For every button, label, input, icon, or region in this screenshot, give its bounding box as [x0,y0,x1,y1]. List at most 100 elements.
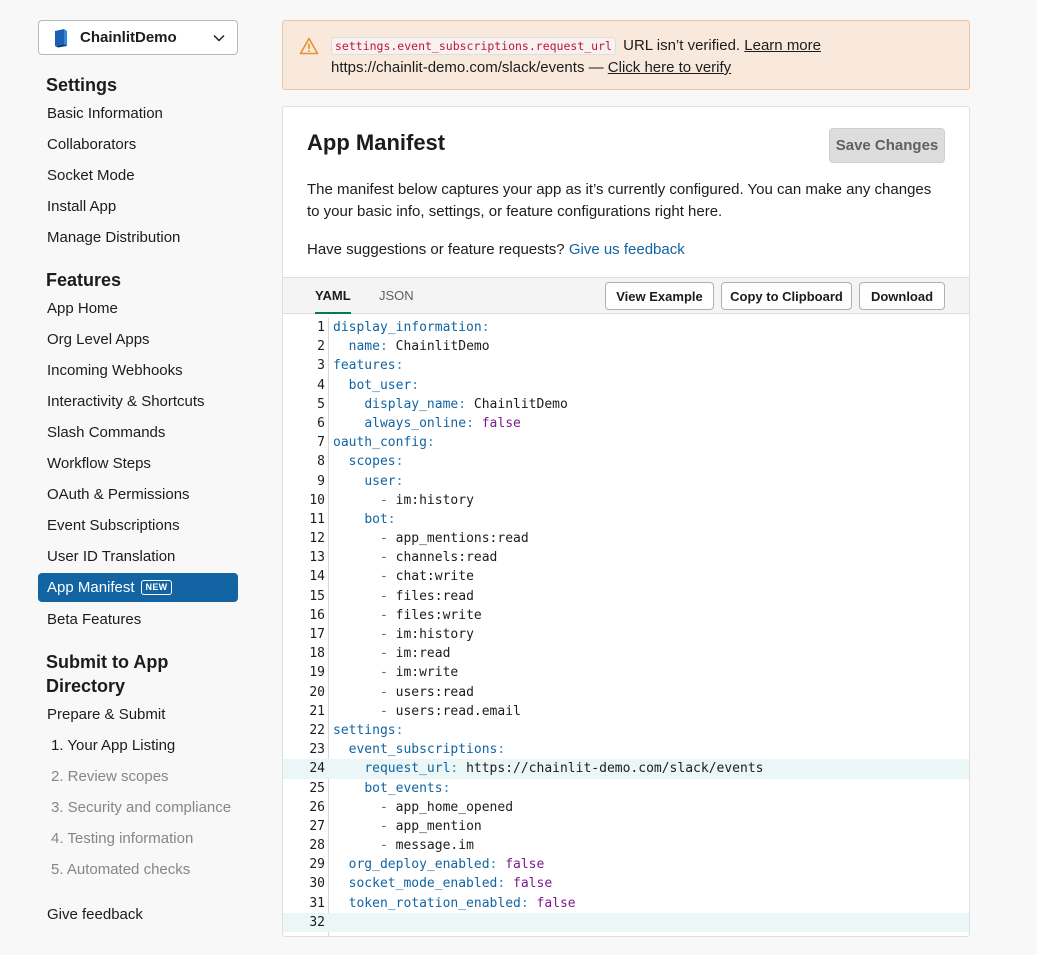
sidebar-item-testing-information: 4. Testing information [51,830,194,847]
line-number: 17 [309,627,325,642]
sidebar-item-your-app-listing[interactable]: 1. Your App Listing [38,731,238,760]
give-us-feedback-link[interactable]: Give us feedback [569,241,685,258]
code-line[interactable]: 22 settings: [283,721,969,740]
code-line[interactable]: 30 socket_mode_enabled: false [283,874,969,893]
line-number: 32 [309,914,325,930]
code-line[interactable]: 4 bot_user: [283,376,969,395]
sidebar-item-slash-commands[interactable]: Slash Commands [38,418,238,447]
code-line[interactable]: 7 oauth_config: [283,433,969,452]
yaml-value: ChainlitDemo [395,339,490,355]
copy-to-clipboard-button[interactable]: Copy to Clipboard [721,282,852,310]
code-line[interactable]: 11 bot: [283,510,969,529]
sidebar-item-user-id-translation[interactable]: User ID Translation [38,542,238,571]
line-number: 23 [309,742,325,758]
yaml-colon: : [497,742,506,758]
code-line[interactable]: 13 - channels:read [283,548,969,567]
sidebar-item-interactivity-shortcuts[interactable]: Interactivity & Shortcuts [38,387,238,416]
line-number: 29 [309,857,325,873]
code-line[interactable]: 12 - app_mentions:read [283,529,969,548]
yaml-key: bot [364,511,388,527]
sidebar-item-automated-checks: 5. Automated checks [51,861,191,878]
code-line[interactable]: 19 - im:write [283,663,969,682]
code-content: display_name: ChainlitDemo [333,395,568,414]
app-selector[interactable]: ChainlitDemo [38,20,238,55]
code-line[interactable]: 29 org_deploy_enabled: false [283,855,969,874]
sidebar-item-install-app[interactable]: Install App [38,192,238,221]
code-content: settings: [333,721,403,740]
code-line[interactable]: 2 name: ChainlitDemo [283,337,969,356]
code-line[interactable]: 25 bot_events: [283,779,969,798]
tab-yaml[interactable]: YAML [315,278,351,314]
code-content: - im:write [333,663,458,682]
sidebar-item-review-scopes: 2. Review scopes [51,768,169,785]
code-line[interactable]: 18 - im:read [283,644,969,663]
sidebar-item-basic-information[interactable]: Basic Information [38,99,238,128]
yaml-colon: : [395,473,404,489]
sidebar-item-workflow-steps[interactable]: Workflow Steps [38,449,238,478]
code-line[interactable]: 15 - files:read [283,587,969,606]
code-line[interactable]: 3 features: [283,356,969,375]
sidebar-item-org-level-apps[interactable]: Org Level Apps [38,325,238,354]
sidebar-item-prepare-submit[interactable]: Prepare & Submit [38,700,238,729]
sidebar-item-event-subscriptions[interactable]: Event Subscriptions [38,511,238,540]
line-number: 4 [317,377,325,393]
code-line[interactable]: 24 request_url: https://chainlit-demo.co… [283,759,969,779]
code-line[interactable]: 32 [283,912,969,932]
code-line[interactable]: 14 - chat:write [283,567,969,586]
yaml-dash: - [379,492,396,508]
line-number: 30 [309,876,325,892]
yaml-dash: - [379,703,396,719]
code-content: request_url: https://chainlit-demo.com/s… [333,759,763,778]
code-line[interactable]: 23 event_subscriptions: [283,740,969,759]
code-line[interactable]: 5 display_name: ChainlitDemo [283,395,969,414]
code-line[interactable]: 9 user: [283,472,969,491]
tab-json[interactable]: JSON [379,278,414,314]
chevron-down-icon [213,34,225,41]
sidebar-item-oauth-permissions[interactable]: OAuth & Permissions [38,480,238,509]
code-line[interactable]: 28 - message.im [283,836,969,855]
code-line[interactable]: 16 - files:write [283,606,969,625]
code-content: - files:write [333,606,482,625]
sidebar-item-beta-features[interactable]: Beta Features [38,605,238,634]
sidebar-item-incoming-webhooks[interactable]: Incoming Webhooks [38,356,238,385]
submit-section-title-line1: Submit to App [46,652,169,672]
verify-link[interactable]: Click here to verify [608,59,731,76]
code-line[interactable]: 21 - users:read.email [283,702,969,721]
line-number: 5 [317,396,325,412]
submit-section-title-line2: Directory [46,676,126,696]
line-number: 9 [317,473,325,489]
download-button[interactable]: Download [859,282,945,310]
code-line[interactable]: 26 - app_home_opened [283,798,969,817]
learn-more-link[interactable]: Learn more [744,37,821,54]
sidebar-item-label: App Manifest [47,579,135,596]
yaml-dash: - [379,818,396,834]
code-content: event_subscriptions: [333,740,506,759]
code-line[interactable]: 27 - app_mention [283,817,969,836]
yaml-list-item: im:write [395,665,459,681]
code-line[interactable]: 8 scopes: [283,452,969,471]
sidebar-item-collaborators[interactable]: Collaborators [38,130,238,159]
code-line[interactable]: 31 token_rotation_enabled: false [283,894,969,913]
manifest-editor[interactable]: 1 display_information: 2 name: ChainlitDem… [283,318,969,932]
save-changes-button[interactable]: Save Changes [829,128,945,163]
code-line[interactable]: 17 - im:history [283,625,969,644]
yaml-value: ChainlitDemo [473,396,568,412]
sidebar-item-socket-mode[interactable]: Socket Mode [38,161,238,190]
view-example-button[interactable]: View Example [605,282,714,310]
yaml-key: display_information [333,320,482,335]
sidebar-item-app-manifest[interactable]: App Manifest NEW [38,573,238,602]
code-content: token_rotation_enabled: false [333,894,576,913]
yaml-key: user [364,473,396,489]
line-number: 1 [317,320,325,335]
code-line[interactable]: 6 always_online: false [283,414,969,433]
suggestions-line: Have suggestions or feature requests? Gi… [307,239,685,261]
sidebar-item-app-home[interactable]: App Home [38,294,238,323]
code-content: - im:history [333,625,474,644]
code-line[interactable]: 20 - users:read [283,683,969,702]
code-line[interactable]: 1 display_information: [283,318,969,337]
yaml-list-item: app_mentions:read [395,531,529,547]
code-line[interactable]: 10 - im:history [283,491,969,510]
give-feedback-link[interactable]: Give feedback [38,900,238,929]
banner-text: URL isn’t verified. [618,37,745,54]
sidebar-item-manage-distribution[interactable]: Manage Distribution [38,223,238,252]
